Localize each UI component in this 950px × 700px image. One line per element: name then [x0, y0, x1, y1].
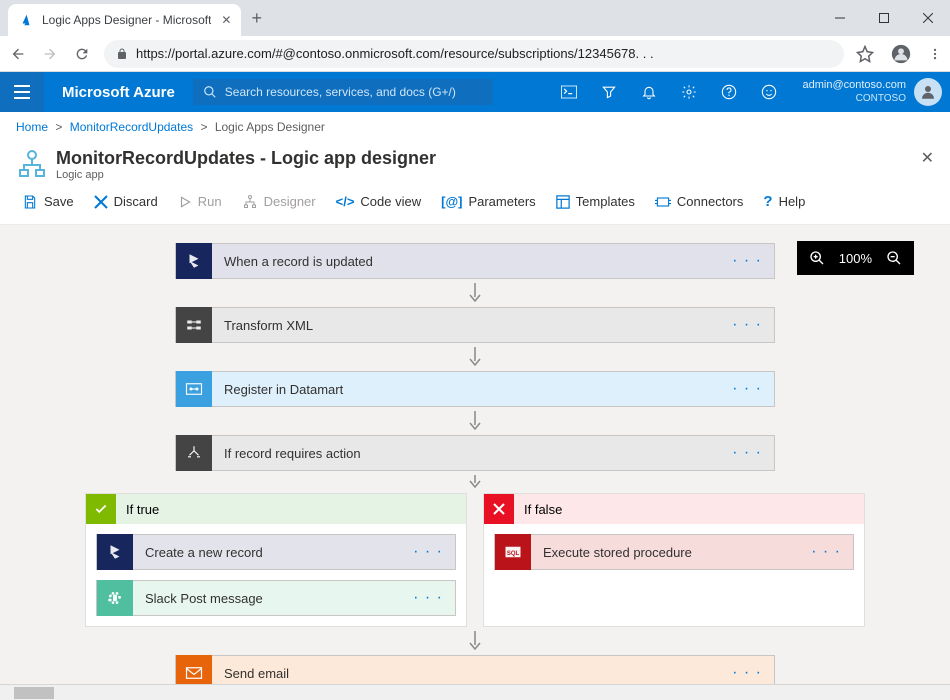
templates-button[interactable]: Templates	[546, 190, 645, 213]
zoom-control: 100%	[797, 241, 914, 275]
designer-canvas[interactable]: 100% When a record is updated · · · Tran…	[0, 225, 950, 684]
horizontal-scrollbar[interactable]	[0, 684, 950, 700]
global-search[interactable]: Search resources, services, and docs (G+…	[193, 79, 493, 105]
logic-app-icon	[16, 148, 48, 180]
search-placeholder: Search resources, services, and docs (G+…	[225, 85, 456, 99]
zoom-level: 100%	[839, 251, 872, 266]
connectors-button[interactable]: Connectors	[645, 190, 753, 213]
transform-xml-card[interactable]: Transform XML · · ·	[175, 307, 775, 343]
designer-toolbar: Save Discard Run Designer </>Code view […	[0, 183, 950, 225]
notifications-icon[interactable]	[631, 72, 667, 112]
tab-title: Logic Apps Designer - Microsoft	[42, 13, 211, 27]
window-maximize[interactable]	[862, 3, 906, 33]
user-menu[interactable]: admin@contoso.com CONTOSO	[791, 78, 950, 106]
nav-reload-icon[interactable]	[72, 46, 92, 62]
code-view-button[interactable]: </>Code view	[326, 190, 432, 213]
false-branch: If false SQL Execute stored procedure · …	[483, 493, 865, 627]
blade-close-icon[interactable]: ✕	[921, 148, 934, 168]
card-menu-icon[interactable]: · · ·	[720, 380, 774, 398]
designer-button[interactable]: Designer	[232, 190, 326, 214]
window-minimize[interactable]	[818, 3, 862, 33]
address-bar[interactable]: https://portal.azure.com/#@contoso.onmic…	[104, 40, 844, 68]
browser-tab[interactable]: Logic Apps Designer - Microsoft ✕	[8, 4, 241, 36]
nav-forward-icon[interactable]	[40, 46, 60, 62]
flow-arrow	[175, 279, 775, 307]
flow-arrow	[175, 627, 775, 655]
card-menu-icon[interactable]: · · ·	[720, 664, 774, 682]
create-record-card[interactable]: Create a new record · · ·	[96, 534, 456, 570]
card-menu-icon[interactable]: · · ·	[720, 316, 774, 334]
url-text: https://portal.azure.com/#@contoso.onmic…	[136, 46, 654, 61]
trigger-card[interactable]: When a record is updated · · ·	[175, 243, 775, 279]
send-email-card[interactable]: Send email · · ·	[175, 655, 775, 684]
breadcrumb: Home > MonitorRecordUpdates > Logic Apps…	[0, 112, 950, 142]
window-close[interactable]	[906, 3, 950, 33]
card-menu-icon[interactable]: · · ·	[720, 252, 774, 270]
nav-back-icon[interactable]	[8, 46, 28, 62]
flow-arrow	[175, 471, 775, 493]
zoom-in-icon[interactable]	[809, 250, 825, 266]
true-branch: If true Create a new record · · · Slack …	[85, 493, 467, 627]
feedback-icon[interactable]	[751, 72, 787, 112]
cloud-shell-icon[interactable]	[551, 72, 587, 112]
avatar	[914, 78, 942, 106]
help-icon[interactable]	[711, 72, 747, 112]
parameters-button[interactable]: [@]Parameters	[431, 190, 546, 213]
chrome-menu-icon[interactable]	[928, 47, 942, 61]
false-branch-header[interactable]: If false	[484, 494, 864, 524]
execute-sproc-card[interactable]: SQL Execute stored procedure · · ·	[494, 534, 854, 570]
svg-text:SQL: SQL	[507, 551, 520, 557]
run-button[interactable]: Run	[168, 190, 232, 213]
slack-icon	[97, 580, 133, 616]
dynamics-icon	[97, 534, 133, 570]
azure-header: Microsoft Azure Search resources, servic…	[0, 72, 950, 112]
page-title: MonitorRecordUpdates - Logic app designe…	[56, 148, 436, 169]
browser-chrome: Logic Apps Designer - Microsoft ✕ + http…	[0, 0, 950, 72]
page-subtitle: Logic app	[56, 169, 436, 181]
directory-filter-icon[interactable]	[591, 72, 627, 112]
zoom-out-icon[interactable]	[886, 250, 902, 266]
card-menu-icon[interactable]: · · ·	[720, 444, 774, 462]
breadcrumb-current: Logic Apps Designer	[215, 120, 325, 134]
x-icon	[484, 494, 514, 524]
profile-icon[interactable]	[890, 43, 912, 65]
card-menu-icon[interactable]: · · ·	[401, 589, 455, 607]
xml-icon	[176, 307, 212, 343]
check-icon	[86, 494, 116, 524]
true-branch-header[interactable]: If true	[86, 494, 466, 524]
new-tab-button[interactable]: +	[251, 8, 262, 29]
sql-icon: SQL	[495, 534, 531, 570]
breadcrumb-home[interactable]: Home	[16, 120, 48, 134]
flow-arrow	[175, 407, 775, 435]
condition-card[interactable]: If record requires action · · ·	[175, 435, 775, 471]
discard-button[interactable]: Discard	[84, 190, 168, 213]
register-datamart-card[interactable]: Register in Datamart · · ·	[175, 371, 775, 407]
condition-icon	[176, 435, 212, 471]
api-icon	[176, 371, 212, 407]
lock-icon	[116, 48, 128, 60]
help-button[interactable]: ?Help	[753, 189, 815, 214]
user-email: admin@contoso.com	[803, 79, 907, 92]
slack-post-card[interactable]: Slack Post message · · ·	[96, 580, 456, 616]
breadcrumb-app[interactable]: MonitorRecordUpdates	[70, 120, 193, 134]
star-icon[interactable]	[856, 45, 874, 63]
dynamics-icon	[176, 243, 212, 279]
azure-favicon	[18, 12, 34, 28]
flow-arrow	[175, 343, 775, 371]
tenant-name: CONTOSO	[803, 93, 907, 105]
mail-icon	[176, 655, 212, 684]
tab-close-icon[interactable]: ✕	[221, 13, 231, 27]
blade-header: MonitorRecordUpdates - Logic app designe…	[0, 142, 950, 183]
save-button[interactable]: Save	[12, 190, 84, 214]
azure-brand: Microsoft Azure	[44, 84, 193, 101]
hamburger-menu[interactable]	[0, 72, 44, 112]
card-menu-icon[interactable]: · · ·	[799, 543, 853, 561]
card-menu-icon[interactable]: · · ·	[401, 543, 455, 561]
settings-icon[interactable]	[671, 72, 707, 112]
